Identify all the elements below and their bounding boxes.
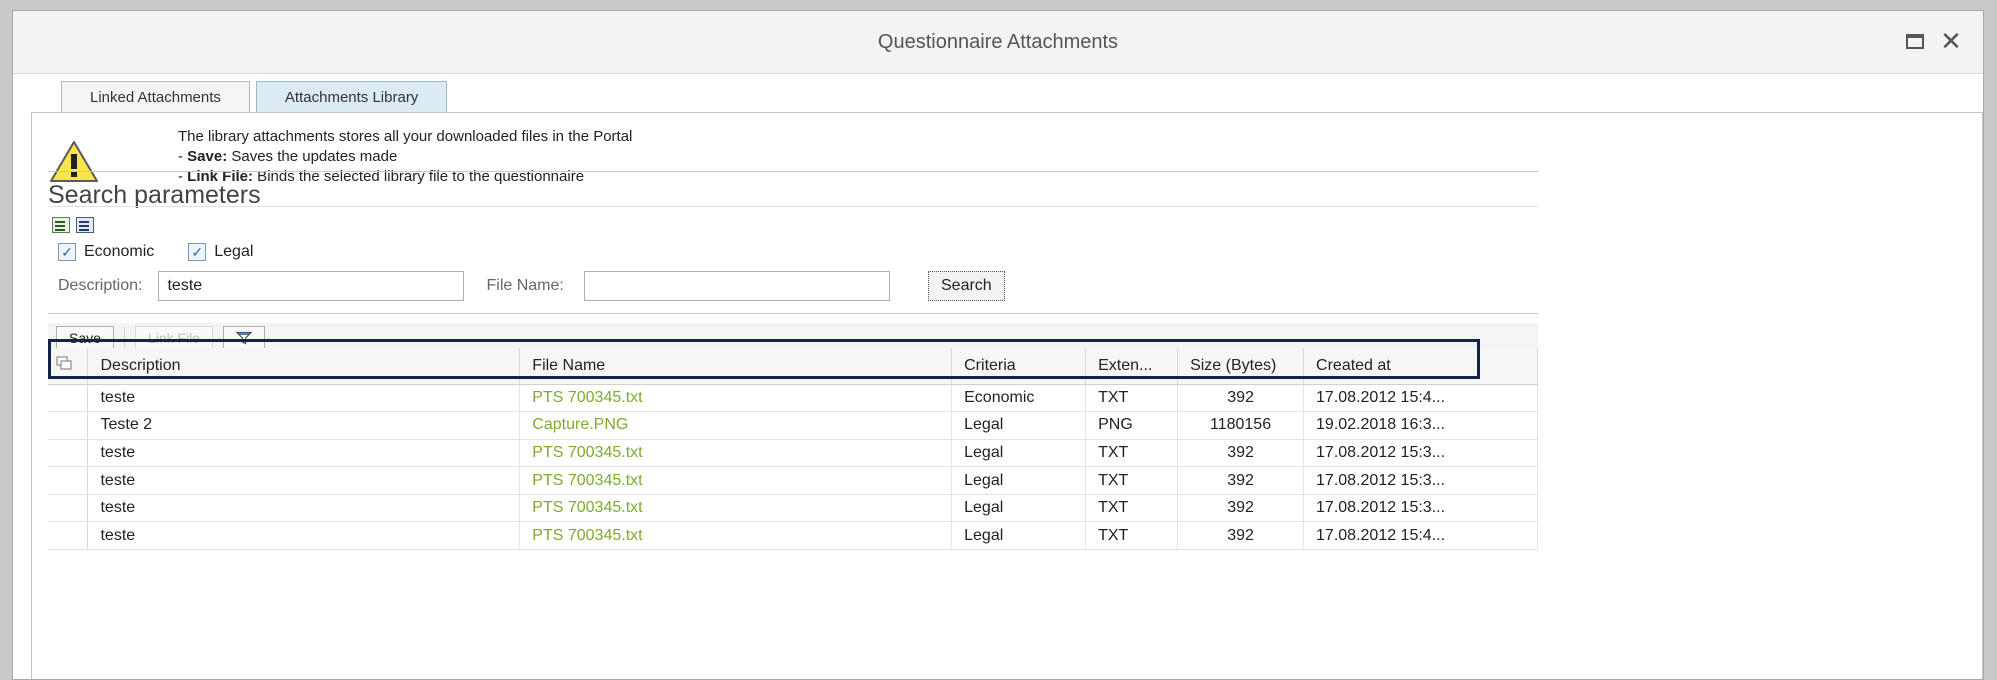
cell-file-name-link[interactable]: PTS 700345.txt <box>519 439 953 468</box>
description-input[interactable] <box>158 271 465 301</box>
column-header-file-name[interactable]: File Name <box>519 348 953 385</box>
description-label: Description: <box>58 277 143 294</box>
cell-extension: TXT <box>1085 521 1179 551</box>
row-selector[interactable] <box>48 466 89 495</box>
cell-created-at: 17.08.2012 15:3... <box>1303 494 1538 523</box>
cell-size: 392 <box>1177 521 1305 551</box>
search-tools <box>52 217 94 233</box>
title-bar: Questionnaire Attachments ✕ <box>13 11 1983 74</box>
attachments-table: Description File Name Criteria Exten... … <box>48 348 1538 551</box>
cell-criteria: Economic <box>951 384 1087 413</box>
divider <box>48 206 1538 207</box>
filter-button[interactable] <box>223 326 266 350</box>
cell-created-at: 17.08.2012 15:4... <box>1303 384 1538 413</box>
column-header-size[interactable]: Size (Bytes) <box>1177 348 1305 385</box>
cell-file-name-link[interactable]: Capture.PNG <box>519 411 953 440</box>
cell-criteria: Legal <box>951 521 1087 551</box>
column-header-created-at[interactable]: Created at <box>1303 348 1538 385</box>
toolbar-divider <box>123 327 125 349</box>
cell-description: teste <box>87 521 521 551</box>
library-panel: The library attachments stores all your … <box>31 112 1983 679</box>
column-header-description[interactable]: Description <box>87 348 521 385</box>
row-selector[interactable] <box>48 521 89 551</box>
cell-file-name-link[interactable]: PTS 700345.txt <box>519 384 953 413</box>
dialog-title: Questionnaire Attachments <box>877 31 1119 53</box>
cell-created-at: 17.08.2012 15:3... <box>1303 466 1538 495</box>
economic-checkbox[interactable]: ✓ Economic <box>58 243 154 261</box>
cell-criteria: Legal <box>951 411 1087 440</box>
cell-description: teste <box>87 439 521 468</box>
cell-size: 392 <box>1177 466 1305 495</box>
cell-size: 392 <box>1177 439 1305 468</box>
link-file-button[interactable]: Link File <box>134 326 214 350</box>
economic-label: Economic <box>84 243 155 260</box>
filter-icon <box>236 331 253 345</box>
row-selector[interactable] <box>48 411 89 440</box>
expand-fields-icon[interactable] <box>52 217 70 233</box>
row-selector[interactable] <box>48 384 89 413</box>
warning-icon <box>50 141 98 182</box>
divider <box>48 171 1538 172</box>
close-icon[interactable]: ✕ <box>1939 26 1963 56</box>
legal-label: Legal <box>214 243 254 260</box>
table-row[interactable]: teste PTS 700345.txt Economic TXT 392 17… <box>48 384 1538 413</box>
cell-description: teste <box>87 384 521 413</box>
cell-size: 392 <box>1177 384 1305 413</box>
info-line-save: - Save: Saves the updates made <box>178 148 398 165</box>
search-button[interactable]: Search <box>928 271 1005 301</box>
cell-extension: TXT <box>1085 494 1179 523</box>
cell-file-name-link[interactable]: PTS 700345.txt <box>519 521 953 551</box>
cell-created-at: 17.08.2012 15:3... <box>1303 439 1538 468</box>
tab-linked-attachments[interactable]: Linked Attachments <box>61 81 250 113</box>
cell-file-name-link[interactable]: PTS 700345.txt <box>519 494 953 523</box>
tab-strip: Linked Attachments Attachments Library <box>61 81 453 113</box>
cell-extension: TXT <box>1085 439 1179 468</box>
cell-created-at: 17.08.2012 15:4... <box>1303 521 1538 551</box>
cell-criteria: Legal <box>951 439 1087 468</box>
column-header-extension[interactable]: Exten... <box>1085 348 1179 385</box>
cell-description: teste <box>87 466 521 495</box>
cell-extension: PNG <box>1085 411 1179 440</box>
criteria-checkboxes: ✓ Economic ✓ Legal <box>58 243 253 261</box>
row-selector[interactable] <box>48 494 89 523</box>
cell-size: 1180156 <box>1177 411 1305 440</box>
checkmark-icon: ✓ <box>188 243 207 261</box>
info-line-1: The library attachments stores all your … <box>178 128 633 145</box>
file-name-input[interactable] <box>583 271 890 301</box>
table-row[interactable]: teste PTS 700345.txt Legal TXT 392 17.08… <box>48 494 1538 523</box>
cell-criteria: Legal <box>951 494 1087 523</box>
collapse-fields-icon[interactable] <box>76 217 94 233</box>
cell-file-name-link[interactable]: PTS 700345.txt <box>519 466 953 495</box>
cell-extension: TXT <box>1085 466 1179 495</box>
file-name-label: File Name: <box>486 277 564 294</box>
legal-checkbox[interactable]: ✓ Legal <box>188 243 253 261</box>
search-fields: Description: File Name: <box>58 271 890 301</box>
table-header-row: Description File Name Criteria Exten... … <box>48 348 1538 385</box>
cell-size: 392 <box>1177 494 1305 523</box>
maximize-icon[interactable] <box>1903 29 1927 53</box>
cell-description: Teste 2 <box>87 411 521 440</box>
cell-extension: TXT <box>1085 384 1179 413</box>
cell-criteria: Legal <box>951 466 1087 495</box>
select-all-icon[interactable] <box>48 348 89 385</box>
cell-description: teste <box>87 494 521 523</box>
table-row[interactable]: Teste 2 Capture.PNG Legal PNG 1180156 19… <box>48 411 1538 440</box>
table-row[interactable]: teste PTS 700345.txt Legal TXT 392 17.08… <box>48 521 1538 551</box>
cell-created-at: 19.02.2018 16:3... <box>1303 411 1538 440</box>
checkmark-icon: ✓ <box>58 243 76 261</box>
row-selector[interactable] <box>48 439 89 468</box>
divider <box>48 313 1538 314</box>
tab-attachments-library[interactable]: Attachments Library <box>255 81 448 113</box>
column-header-criteria[interactable]: Criteria <box>951 348 1087 385</box>
save-button[interactable]: Save <box>56 326 114 350</box>
attachments-dialog: Questionnaire Attachments ✕ Linked Attac… <box>12 10 1984 680</box>
table-row[interactable]: teste PTS 700345.txt Legal TXT 392 17.08… <box>48 439 1538 468</box>
table-row[interactable]: teste PTS 700345.txt Legal TXT 392 17.08… <box>48 466 1538 495</box>
info-message: The library attachments stores all your … <box>48 127 1948 185</box>
